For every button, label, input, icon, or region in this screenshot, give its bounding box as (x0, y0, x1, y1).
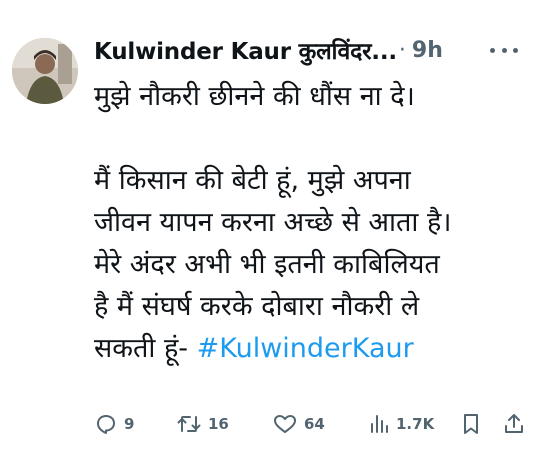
reply-icon (97, 415, 115, 434)
views-count: 1.7K (396, 415, 435, 433)
views-icon (371, 415, 388, 433)
share-icon (505, 414, 523, 433)
tweet-header: Kulwinder Kaur कुलविंदर... · 9h (94, 30, 524, 70)
tweet-actions: 9 16 64 1.7K (90, 406, 530, 442)
like-count: 64 (304, 415, 325, 433)
author-name[interactable]: Kulwinder Kaur कुलविंदर... (94, 34, 397, 66)
reply-button[interactable]: 9 (94, 406, 134, 442)
retweet-count: 16 (208, 415, 229, 433)
tweet-time[interactable]: 9h (412, 38, 443, 63)
views-button[interactable]: 1.7K (368, 406, 434, 442)
like-button[interactable]: 64 (272, 406, 325, 442)
bookmark-button[interactable] (460, 406, 488, 442)
share-button[interactable] (502, 406, 532, 442)
avatar[interactable] (12, 38, 78, 104)
more-options-icon[interactable] (490, 38, 518, 62)
tweet-text-line1: मुझे नौकरी छीनने की धौंस ना दे। (94, 81, 415, 112)
avatar-image (12, 38, 78, 104)
reply-count: 9 (124, 415, 135, 433)
hashtag-link[interactable]: #KulwinderKaur (197, 333, 414, 364)
retweet-icon (177, 416, 201, 432)
retweet-button[interactable]: 16 (176, 406, 229, 442)
tweet-text: मुझे नौकरी छीनने की धौंस ना दे। मैं किसा… (94, 76, 534, 370)
like-icon (274, 415, 296, 433)
tweet: Kulwinder Kaur कुलविंदर... · 9h मुझे नौक… (0, 0, 540, 451)
header-separator: · (398, 37, 406, 63)
bookmark-icon (464, 414, 478, 434)
